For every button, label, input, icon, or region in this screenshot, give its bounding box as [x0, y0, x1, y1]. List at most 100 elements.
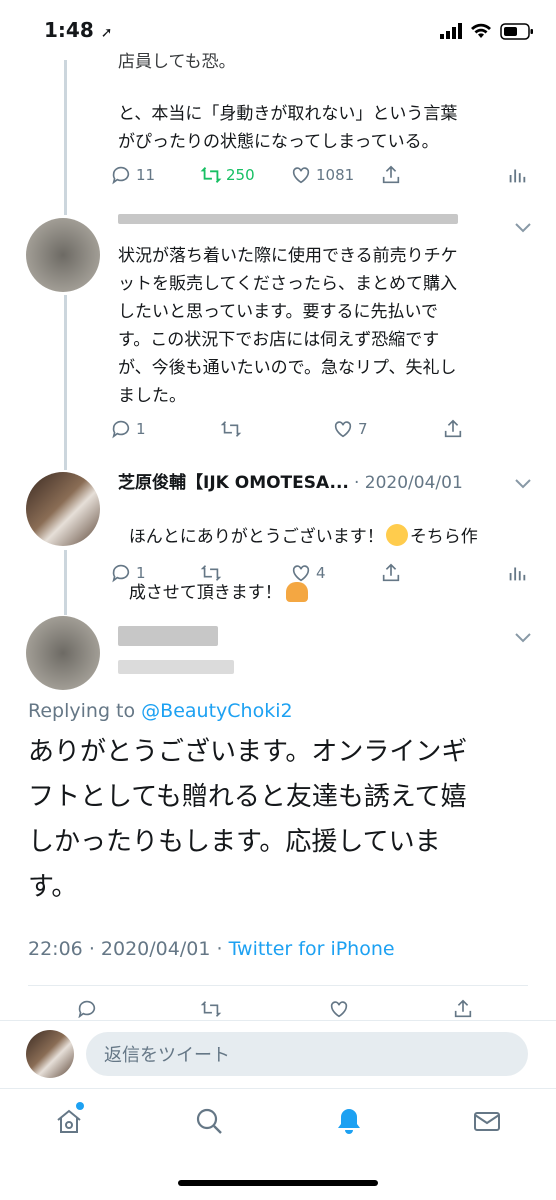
share-button[interactable] — [452, 998, 474, 1018]
avatar[interactable] — [26, 472, 100, 546]
battery-icon — [500, 22, 533, 40]
heart-icon — [292, 167, 310, 184]
reply-input[interactable]: 返信をツイート — [86, 1032, 528, 1076]
retweet-button[interactable]: 250 — [200, 164, 255, 186]
thread-line — [64, 295, 67, 470]
tab-search[interactable] — [194, 1106, 224, 1140]
reply-button[interactable]: 1 — [110, 418, 146, 440]
wifi-icon — [471, 23, 491, 38]
reply-button[interactable]: 1 — [110, 562, 146, 584]
avatar[interactable] — [26, 616, 100, 690]
display-name[interactable]: 芝原俊輔【IJK OMOTESA... — [118, 473, 349, 493]
tweet-date[interactable]: 2020/04/01 — [365, 473, 463, 493]
retweet-icon — [220, 421, 242, 437]
retweet-count: 250 — [226, 166, 255, 184]
analytics-icon — [509, 567, 526, 581]
avatar[interactable] — [26, 1030, 74, 1078]
messages-icon — [474, 1112, 500, 1131]
main-tweet-text: ありがとうございます。オンラインギ フトとしても贈れると友達も誘えて嬉 しかった… — [28, 737, 468, 902]
main-tweet-actions — [76, 998, 496, 1018]
share-button[interactable] — [380, 562, 402, 584]
status-icons — [440, 20, 534, 42]
like-button[interactable]: 4 — [290, 562, 326, 584]
separator: · — [353, 473, 365, 493]
separator: · — [88, 938, 101, 960]
tweet-text: ほんとにありがとうございます！ そちら作 成させて頂きます！ — [118, 495, 528, 607]
blurred-display-name — [118, 626, 218, 646]
thread-line — [64, 60, 67, 215]
reply-icon — [112, 564, 130, 583]
replying-to-handle[interactable]: @BeautyChoki2 — [141, 700, 292, 722]
crying-emoji-icon — [385, 524, 408, 546]
share-button[interactable] — [380, 164, 402, 186]
reply-button[interactable] — [76, 998, 98, 1018]
reply-placeholder: 返信をツイート — [104, 1045, 230, 1066]
retweet-icon — [200, 167, 222, 183]
reply-count: 11 — [136, 166, 156, 184]
retweet-button[interactable] — [200, 998, 222, 1018]
chevron-down-icon[interactable] — [514, 478, 532, 490]
like-button[interactable] — [328, 998, 350, 1018]
like-count: 4 — [316, 564, 326, 582]
status-time: 1:48 ➚ — [44, 18, 112, 42]
divider — [0, 1088, 556, 1089]
signal-icon — [440, 23, 462, 39]
unread-dot-icon — [76, 1102, 84, 1110]
home-icon — [57, 1109, 81, 1133]
like-count: 7 — [358, 420, 368, 438]
retweet-button[interactable] — [220, 418, 242, 440]
tweet-timestamp: 22:06 · 2020/04/01 · Twitter for iPhone — [28, 938, 395, 960]
analytics-button[interactable] — [506, 164, 528, 186]
tweet-text-line: そちら作 — [409, 527, 478, 547]
reply-icon — [112, 420, 130, 439]
divider — [28, 985, 528, 986]
chevron-down-icon[interactable] — [514, 222, 532, 234]
notifications-icon — [338, 1109, 360, 1134]
chevron-down-icon[interactable] — [514, 632, 532, 644]
tweet-time: 22:06 — [28, 938, 83, 960]
time-label: 1:48 — [44, 18, 94, 42]
share-icon — [382, 563, 400, 582]
reply-icon — [78, 1000, 96, 1018]
tab-messages[interactable] — [472, 1106, 502, 1140]
reply-count: 1 — [136, 420, 146, 438]
reply-icon — [112, 166, 130, 185]
home-indicator — [178, 1180, 378, 1186]
share-button[interactable] — [442, 418, 464, 440]
tab-home[interactable] — [54, 1102, 84, 1140]
divider — [0, 1020, 556, 1021]
avatar[interactable] — [26, 218, 100, 292]
blurred-handle — [118, 660, 234, 674]
tweet-source-link[interactable]: Twitter for iPhone — [229, 938, 395, 960]
tweet-text-partial: 店員しても恐。 — [118, 52, 236, 72]
share-icon — [454, 999, 472, 1018]
retweet-icon — [200, 1001, 222, 1017]
retweet-button[interactable] — [200, 562, 222, 584]
reply-count: 1 — [136, 564, 146, 582]
tweet-text: 状況が落ち着いた際に使用できる前売りチケ ットを販売してくださったら、まとめて購… — [118, 246, 458, 406]
tweet-header: 芝原俊輔【IJK OMOTESA... · 2020/04/01 — [118, 468, 518, 493]
heart-icon — [292, 565, 310, 582]
tweet-text-line: ほんとにありがとうございます！ — [128, 527, 384, 547]
like-button[interactable]: 7 — [332, 418, 368, 440]
like-count: 1081 — [316, 166, 355, 184]
share-icon — [382, 165, 400, 184]
replying-to: Replying to @BeautyChoki2 — [28, 700, 293, 722]
analytics-icon — [509, 169, 526, 183]
tab-notifications[interactable] — [334, 1106, 364, 1140]
search-icon — [196, 1108, 222, 1134]
like-button[interactable]: 1081 — [290, 164, 354, 186]
heart-icon — [334, 421, 352, 438]
reply-button[interactable]: 11 — [110, 164, 155, 186]
separator: · — [216, 938, 229, 960]
blurred-username — [118, 214, 458, 224]
tweet-text: と、本当に「身動きが取れない」という言葉 がぴったりの状態になってしまっている。 — [118, 104, 458, 152]
tweet-actions: 1 4 — [110, 562, 530, 590]
tweet-actions: 1 7 — [110, 418, 530, 446]
tweet-actions: 11 250 1081 — [110, 164, 530, 192]
retweet-icon — [200, 565, 222, 581]
tweet-date: 2020/04/01 — [100, 938, 211, 960]
location-arrow-icon: ➚ — [100, 25, 113, 41]
share-icon — [444, 419, 462, 438]
analytics-button[interactable] — [506, 562, 528, 584]
